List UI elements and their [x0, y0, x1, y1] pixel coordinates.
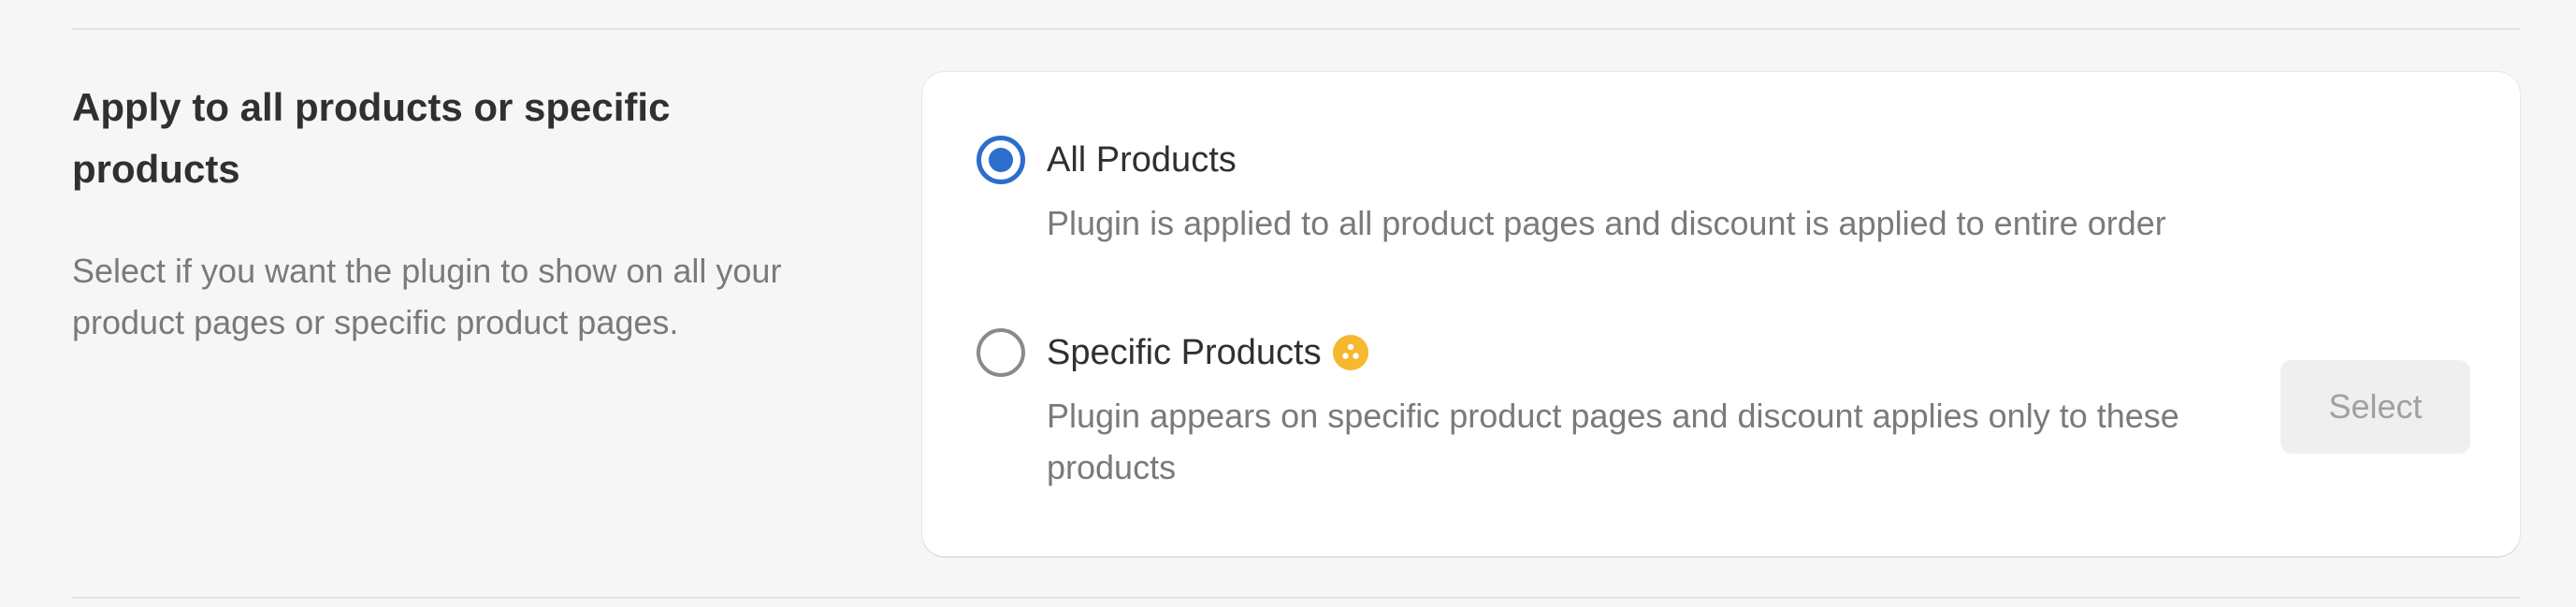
all-products-help: Plugin is applied to all product pages a…: [1047, 204, 2166, 242]
all-products-label[interactable]: All Products: [1047, 136, 1237, 184]
specific-products-help: Plugin appears on specific product pages…: [1047, 397, 2179, 486]
option-text: All Products Plugin is applied to all pr…: [1047, 136, 2281, 249]
section-description: Select if you want the plugin to show on…: [72, 252, 782, 341]
section-info: Apply to all products or specific produc…: [72, 77, 820, 348]
specific-products-label[interactable]: Specific Products: [1047, 328, 1322, 377]
option-label[interactable]: All Products: [1047, 136, 2281, 184]
top-divider: [72, 28, 2520, 30]
settings-page: Apply to all products or specific produc…: [0, 0, 2576, 607]
bottom-divider: [72, 597, 2520, 599]
option-text: Specific Products Plugin appears on spec…: [1047, 328, 2281, 493]
specific-products-radio[interactable]: [977, 328, 1025, 377]
premium-icon: [1332, 335, 1368, 370]
all-products-radio[interactable]: [977, 136, 1025, 184]
product-scope-card: All Products Plugin is applied to all pr…: [922, 72, 2520, 556]
section-title: Apply to all products or specific produc…: [72, 85, 671, 191]
option-label[interactable]: Specific Products: [1047, 328, 2281, 377]
select-products-button[interactable]: Select: [2280, 360, 2470, 454]
